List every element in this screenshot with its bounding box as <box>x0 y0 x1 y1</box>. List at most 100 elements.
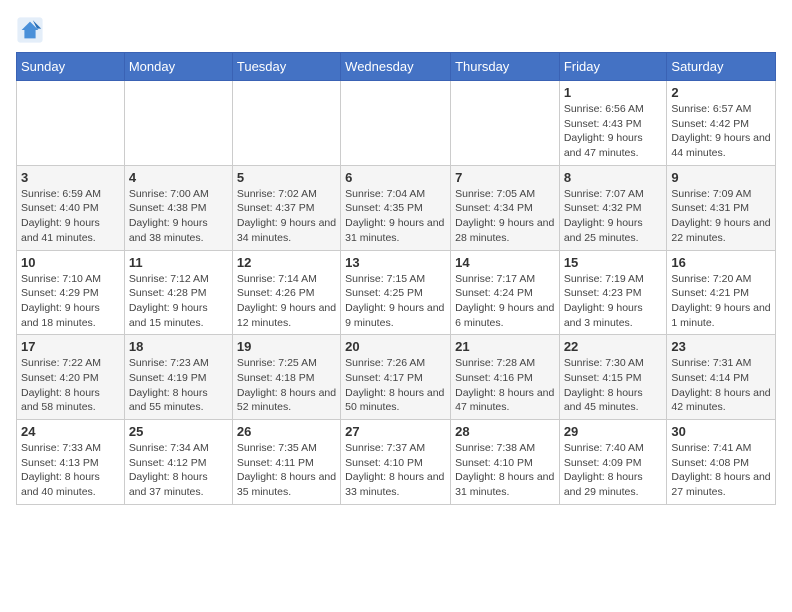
page-header <box>16 16 776 44</box>
calendar-week-4: 17 Sunrise: 7:22 AM Sunset: 4:20 PM Dayli… <box>17 335 776 420</box>
day-number: 18 <box>129 339 228 354</box>
calendar-cell: 3 Sunrise: 6:59 AM Sunset: 4:40 PM Daylig… <box>17 165 125 250</box>
day-number: 10 <box>21 255 120 270</box>
day-info: Sunrise: 7:19 AM Sunset: 4:23 PM Dayligh… <box>564 272 663 331</box>
day-number: 13 <box>345 255 446 270</box>
day-number: 15 <box>564 255 663 270</box>
day-number: 16 <box>671 255 771 270</box>
column-header-tuesday: Tuesday <box>232 53 340 81</box>
day-number: 4 <box>129 170 228 185</box>
day-number: 23 <box>671 339 771 354</box>
column-header-sunday: Sunday <box>17 53 125 81</box>
calendar-cell: 16 Sunrise: 7:20 AM Sunset: 4:21 PM Dayli… <box>667 250 776 335</box>
day-info: Sunrise: 7:12 AM Sunset: 4:28 PM Dayligh… <box>129 272 228 331</box>
calendar-week-1: 1 Sunrise: 6:56 AM Sunset: 4:43 PM Daylig… <box>17 81 776 166</box>
day-number: 6 <box>345 170 446 185</box>
day-number: 30 <box>671 424 771 439</box>
logo-icon <box>16 16 44 44</box>
day-info: Sunrise: 7:22 AM Sunset: 4:20 PM Dayligh… <box>21 356 120 415</box>
day-number: 25 <box>129 424 228 439</box>
calendar-cell: 23 Sunrise: 7:31 AM Sunset: 4:14 PM Dayli… <box>667 335 776 420</box>
calendar-cell: 11 Sunrise: 7:12 AM Sunset: 4:28 PM Dayli… <box>124 250 232 335</box>
column-header-thursday: Thursday <box>451 53 560 81</box>
day-info: Sunrise: 7:10 AM Sunset: 4:29 PM Dayligh… <box>21 272 120 331</box>
column-header-saturday: Saturday <box>667 53 776 81</box>
day-info: Sunrise: 7:40 AM Sunset: 4:09 PM Dayligh… <box>564 441 663 500</box>
calendar-cell <box>124 81 232 166</box>
calendar-body: 1 Sunrise: 6:56 AM Sunset: 4:43 PM Daylig… <box>17 81 776 505</box>
day-info: Sunrise: 6:57 AM Sunset: 4:42 PM Dayligh… <box>671 102 771 161</box>
day-info: Sunrise: 7:41 AM Sunset: 4:08 PM Dayligh… <box>671 441 771 500</box>
day-number: 29 <box>564 424 663 439</box>
day-number: 7 <box>455 170 555 185</box>
day-number: 5 <box>237 170 336 185</box>
day-info: Sunrise: 7:20 AM Sunset: 4:21 PM Dayligh… <box>671 272 771 331</box>
day-number: 21 <box>455 339 555 354</box>
calendar-cell: 22Sunrise: 7:30 AM Sunset: 4:15 PM Dayli… <box>559 335 667 420</box>
day-info: Sunrise: 7:26 AM Sunset: 4:17 PM Dayligh… <box>345 356 446 415</box>
day-info: Sunrise: 7:09 AM Sunset: 4:31 PM Dayligh… <box>671 187 771 246</box>
calendar-cell: 13Sunrise: 7:15 AM Sunset: 4:25 PM Dayli… <box>341 250 451 335</box>
calendar-cell: 12Sunrise: 7:14 AM Sunset: 4:26 PM Dayli… <box>232 250 340 335</box>
calendar-cell: 5 Sunrise: 7:02 AM Sunset: 4:37 PM Daylig… <box>232 165 340 250</box>
calendar-cell: 2 Sunrise: 6:57 AM Sunset: 4:42 PM Daylig… <box>667 81 776 166</box>
calendar-header-row: SundayMondayTuesdayWednesdayThursdayFrid… <box>17 53 776 81</box>
calendar-week-3: 10 Sunrise: 7:10 AM Sunset: 4:29 PM Dayli… <box>17 250 776 335</box>
day-info: Sunrise: 7:17 AM Sunset: 4:24 PM Dayligh… <box>455 272 555 331</box>
day-info: Sunrise: 6:59 AM Sunset: 4:40 PM Dayligh… <box>21 187 120 246</box>
day-info: Sunrise: 7:38 AM Sunset: 4:10 PM Dayligh… <box>455 441 555 500</box>
calendar-cell: 15 Sunrise: 7:19 AM Sunset: 4:23 PM Dayli… <box>559 250 667 335</box>
calendar-cell: 7 Sunrise: 7:05 AM Sunset: 4:34 PM Daylig… <box>451 165 560 250</box>
day-number: 9 <box>671 170 771 185</box>
column-header-friday: Friday <box>559 53 667 81</box>
calendar-cell: 10 Sunrise: 7:10 AM Sunset: 4:29 PM Dayli… <box>17 250 125 335</box>
calendar-cell <box>232 81 340 166</box>
calendar-cell: 4 Sunrise: 7:00 AM Sunset: 4:38 PM Daylig… <box>124 165 232 250</box>
calendar-cell <box>17 81 125 166</box>
calendar-cell: 26Sunrise: 7:35 AM Sunset: 4:11 PM Dayli… <box>232 420 340 505</box>
day-info: Sunrise: 7:02 AM Sunset: 4:37 PM Dayligh… <box>237 187 336 246</box>
day-info: Sunrise: 7:28 AM Sunset: 4:16 PM Dayligh… <box>455 356 555 415</box>
calendar-cell: 29 Sunrise: 7:40 AM Sunset: 4:09 PM Dayli… <box>559 420 667 505</box>
calendar-week-2: 3 Sunrise: 6:59 AM Sunset: 4:40 PM Daylig… <box>17 165 776 250</box>
calendar-cell: 28 Sunrise: 7:38 AM Sunset: 4:10 PM Dayli… <box>451 420 560 505</box>
calendar-cell: 1 Sunrise: 6:56 AM Sunset: 4:43 PM Daylig… <box>559 81 667 166</box>
logo <box>16 16 48 44</box>
calendar-week-5: 24 Sunrise: 7:33 AM Sunset: 4:13 PM Dayli… <box>17 420 776 505</box>
day-info: Sunrise: 7:00 AM Sunset: 4:38 PM Dayligh… <box>129 187 228 246</box>
day-info: Sunrise: 6:56 AM Sunset: 4:43 PM Dayligh… <box>564 102 663 161</box>
day-number: 19 <box>237 339 336 354</box>
day-number: 22 <box>564 339 663 354</box>
day-info: Sunrise: 7:04 AM Sunset: 4:35 PM Dayligh… <box>345 187 446 246</box>
day-info: Sunrise: 7:07 AM Sunset: 4:32 PM Dayligh… <box>564 187 663 246</box>
calendar-cell <box>451 81 560 166</box>
day-number: 2 <box>671 85 771 100</box>
day-number: 8 <box>564 170 663 185</box>
day-number: 17 <box>21 339 120 354</box>
day-number: 27 <box>345 424 446 439</box>
calendar-cell <box>341 81 451 166</box>
day-info: Sunrise: 7:31 AM Sunset: 4:14 PM Dayligh… <box>671 356 771 415</box>
calendar-cell: 27Sunrise: 7:37 AM Sunset: 4:10 PM Dayli… <box>341 420 451 505</box>
day-info: Sunrise: 7:05 AM Sunset: 4:34 PM Dayligh… <box>455 187 555 246</box>
day-number: 26 <box>237 424 336 439</box>
day-number: 3 <box>21 170 120 185</box>
column-header-monday: Monday <box>124 53 232 81</box>
calendar-cell: 20 Sunrise: 7:26 AM Sunset: 4:17 PM Dayli… <box>341 335 451 420</box>
day-info: Sunrise: 7:25 AM Sunset: 4:18 PM Dayligh… <box>237 356 336 415</box>
calendar-cell: 24 Sunrise: 7:33 AM Sunset: 4:13 PM Dayli… <box>17 420 125 505</box>
day-info: Sunrise: 7:34 AM Sunset: 4:12 PM Dayligh… <box>129 441 228 500</box>
day-number: 24 <box>21 424 120 439</box>
day-number: 20 <box>345 339 446 354</box>
day-number: 11 <box>129 255 228 270</box>
calendar-cell: 30 Sunrise: 7:41 AM Sunset: 4:08 PM Dayli… <box>667 420 776 505</box>
day-info: Sunrise: 7:33 AM Sunset: 4:13 PM Dayligh… <box>21 441 120 500</box>
day-number: 28 <box>455 424 555 439</box>
calendar-cell: 8 Sunrise: 7:07 AM Sunset: 4:32 PM Daylig… <box>559 165 667 250</box>
day-info: Sunrise: 7:23 AM Sunset: 4:19 PM Dayligh… <box>129 356 228 415</box>
calendar-cell: 17 Sunrise: 7:22 AM Sunset: 4:20 PM Dayli… <box>17 335 125 420</box>
day-info: Sunrise: 7:14 AM Sunset: 4:26 PM Dayligh… <box>237 272 336 331</box>
day-number: 1 <box>564 85 663 100</box>
calendar-cell: 18 Sunrise: 7:23 AM Sunset: 4:19 PM Dayli… <box>124 335 232 420</box>
calendar-cell: 9 Sunrise: 7:09 AM Sunset: 4:31 PM Daylig… <box>667 165 776 250</box>
